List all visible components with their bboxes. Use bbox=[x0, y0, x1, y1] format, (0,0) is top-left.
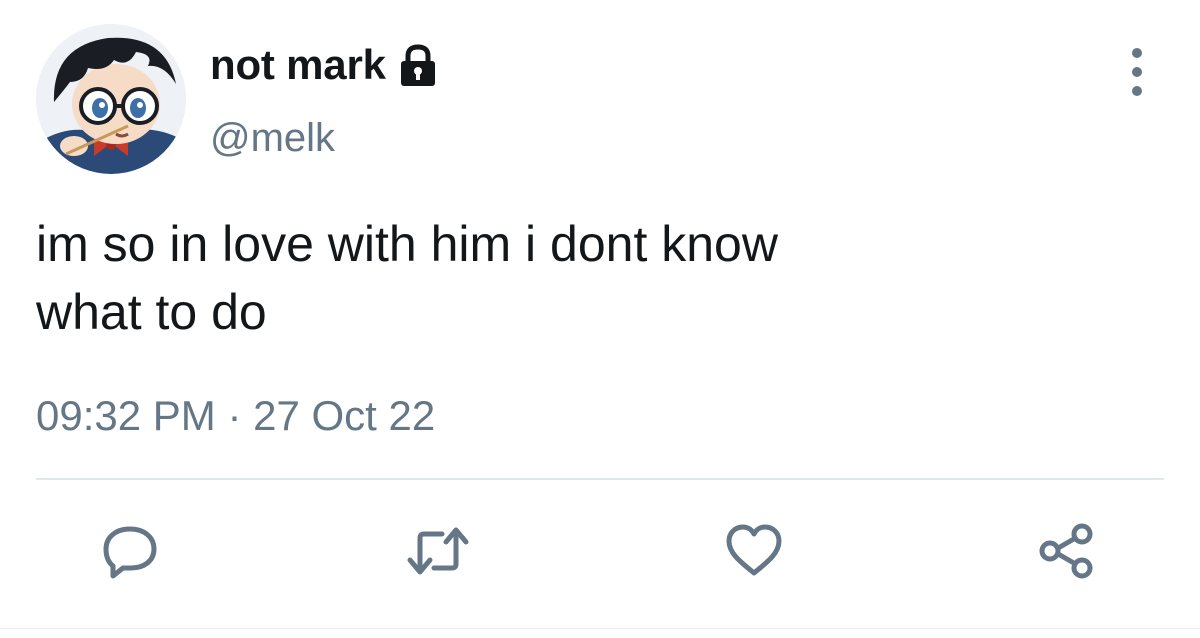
display-name[interactable]: not mark bbox=[210, 41, 386, 89]
tweet-time: 09:32 PM bbox=[36, 392, 216, 439]
divider bbox=[36, 478, 1164, 480]
like-icon bbox=[726, 524, 782, 576]
reply-button[interactable] bbox=[94, 515, 166, 587]
anime-character-avatar bbox=[36, 24, 186, 174]
more-vertical-icon[interactable] bbox=[1120, 48, 1154, 96]
tweet-date: 27 Oct 22 bbox=[253, 392, 436, 439]
retweet-icon bbox=[407, 527, 469, 575]
tweet-text: im so in love with him i dont know what … bbox=[36, 216, 778, 340]
meta-separator: · bbox=[227, 392, 242, 439]
like-button[interactable] bbox=[718, 515, 790, 587]
tweet-timestamp[interactable]: 09:32 PM · 27 Oct 22 bbox=[36, 392, 435, 440]
more-dot bbox=[1132, 86, 1142, 96]
display-name-row: not mark bbox=[210, 40, 438, 90]
lock-icon bbox=[398, 44, 438, 88]
share-button[interactable] bbox=[1030, 515, 1102, 587]
retweet-button[interactable] bbox=[402, 515, 474, 587]
more-dot bbox=[1132, 48, 1142, 58]
bottom-divider bbox=[0, 628, 1200, 629]
share-icon bbox=[1039, 523, 1093, 579]
more-dot bbox=[1132, 67, 1142, 77]
user-handle[interactable]: @melk bbox=[210, 116, 335, 161]
avatar[interactable] bbox=[36, 24, 186, 174]
tweet-card: not mark @melk im so in love with him i … bbox=[0, 0, 1200, 638]
reply-icon bbox=[103, 526, 157, 579]
